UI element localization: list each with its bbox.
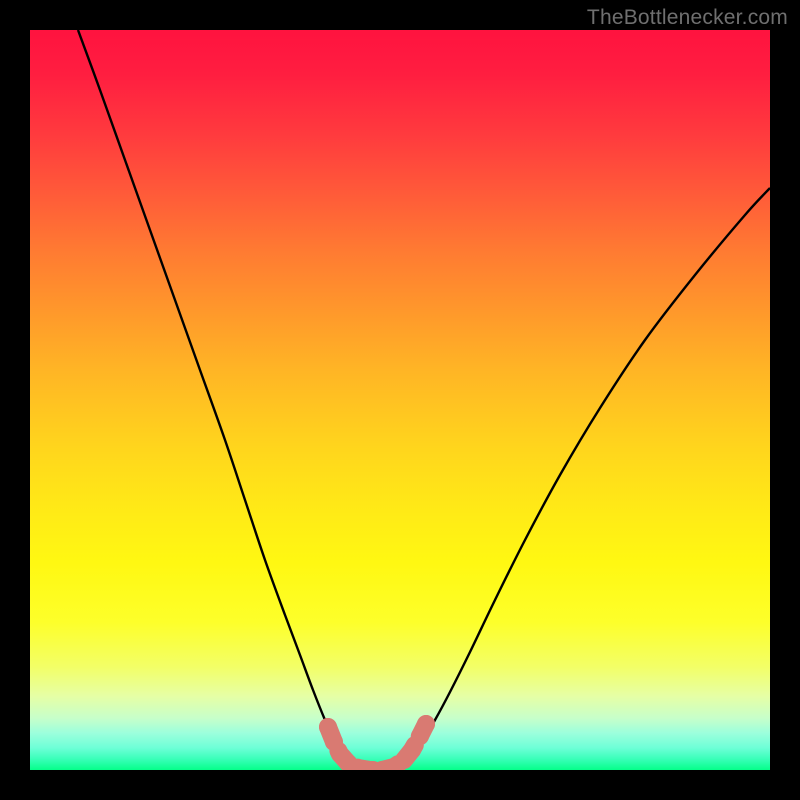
- bottleneck-curve: [78, 30, 770, 770]
- chart-frame: TheBottlenecker.com: [0, 0, 800, 800]
- plot-area: [30, 30, 770, 770]
- watermark-text: TheBottlenecker.com: [587, 6, 788, 30]
- curve-layer: [30, 30, 770, 770]
- trough-marker: [319, 715, 435, 770]
